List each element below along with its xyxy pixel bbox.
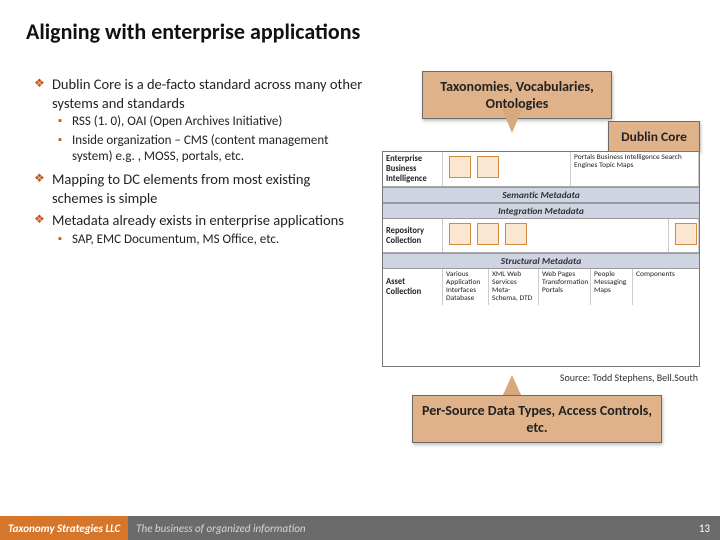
diagram-header-integration: Integration Metadata (383, 203, 699, 219)
diagram-row2-right-icon (669, 219, 699, 252)
footer-brand: Taxonomy Strategies LLC (0, 516, 128, 540)
diagram-row2-icons (443, 219, 669, 252)
footer-tagline: The business of organized information (136, 522, 305, 535)
callout-dublin-core: Dublin Core (608, 121, 700, 152)
diagram-row1-right: Portals Business Intelligence Search Eng… (571, 152, 699, 186)
diagram-row3-label: Asset Collection (383, 269, 443, 305)
footer: Taxonomy Strategies LLC The business of … (0, 516, 720, 540)
people-icon (477, 156, 499, 178)
callout-bottom-tail (502, 375, 522, 397)
diagram-row3-c1: Various Application Interfaces Database (443, 269, 489, 305)
bullet-3-text: Metadata already exists in enterprise ap… (52, 211, 344, 229)
diagram-header-semantic: Semantic Metadata (383, 187, 699, 203)
bullet-1a: RSS (1. 0), OAI (Open Archives Initiativ… (52, 114, 364, 131)
bullet-2: Mapping to DC elements from most existin… (34, 170, 364, 207)
diagram-column: Taxonomies, Vocabularies, Ontologies Dub… (382, 75, 702, 252)
bullet-1b: Inside organization – CMS (content manag… (52, 133, 364, 166)
diagram-row1-label: Enterprise Business Intelligence (383, 152, 443, 186)
db-icon (505, 223, 527, 245)
bullet-1-text: Dublin Core is a de-facto standard acros… (52, 75, 362, 112)
diagram-row3-c5: Components (633, 269, 681, 305)
diagram-row1-icons (443, 152, 571, 186)
bullets-column: Dublin Core is a de-facto standard acros… (34, 75, 364, 252)
server-icon (675, 223, 697, 245)
computer-icon (449, 156, 471, 178)
page-number: 13 (699, 522, 710, 535)
bullet-1: Dublin Core is a de-facto standard acros… (34, 75, 364, 166)
diagram-row3-c4: People Messaging Maps (591, 269, 633, 305)
diagram-row2-label: Repository Collection (383, 219, 443, 252)
diagram-row3-c2: XML Web Services Meta-Schema, DTD (489, 269, 539, 305)
architecture-diagram: Enterprise Business Intelligence Portals… (382, 151, 700, 367)
db-icon (477, 223, 499, 245)
diagram-header-structural: Structural Metadata (383, 253, 699, 269)
bullet-3: Metadata already exists in enterprise ap… (34, 211, 364, 248)
callout-per-source: Per-Source Data Types, Access Controls, … (412, 395, 662, 443)
diagram-row3-c3: Web Pages Transformation Portals (539, 269, 591, 305)
diagram-source: Source: Todd Stephens, Bell.South (560, 371, 698, 384)
bullet-3a: SAP, EMC Documentum, MS Office, etc. (52, 232, 364, 249)
db-icon (449, 223, 471, 245)
slide-title: Aligning with enterprise applications (0, 0, 720, 45)
callout-taxonomies-tail (502, 109, 522, 133)
